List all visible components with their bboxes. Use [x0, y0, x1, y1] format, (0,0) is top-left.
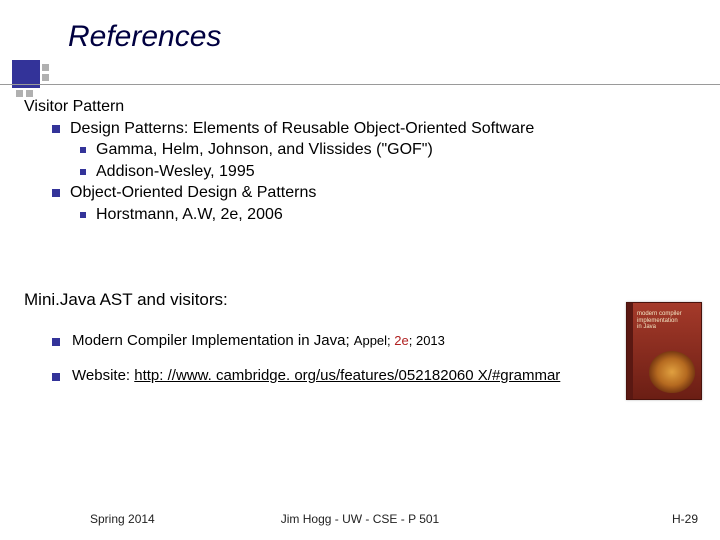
- square-bullet-icon: [80, 212, 86, 218]
- ref-publisher: Addison-Wesley, 1995: [96, 161, 255, 183]
- list-item: Gamma, Helm, Johnson, and Vlissides ("GO…: [80, 139, 694, 161]
- section1-heading: Visitor Pattern: [24, 96, 694, 118]
- ref-book-appel: Modern Compiler Implementation in Java; …: [72, 332, 445, 349]
- ref-book-horstmann: Object-Oriented Design & Patterns: [70, 182, 316, 204]
- tiger-icon: [649, 351, 695, 393]
- section2-heading: Mini.Java AST and visitors:: [24, 290, 228, 310]
- square-bullet-icon: [80, 147, 86, 153]
- section-minijava: Modern Compiler Implementation in Java; …: [52, 332, 612, 402]
- ref-website: Website: http: //www. cambridge. org/us/…: [72, 367, 560, 384]
- title-divider: [0, 84, 720, 85]
- square-bullet-icon: [52, 338, 60, 346]
- appel-title: Modern Compiler Implementation in Java;: [72, 332, 354, 349]
- book-cover-image: modern compiler implementation in Java: [626, 302, 702, 400]
- appel-edition: 2e: [394, 333, 408, 348]
- ref-book-gof: Design Patterns: Elements of Reusable Ob…: [70, 118, 534, 140]
- book-title-line: modern compiler: [637, 311, 682, 317]
- website-label: Website:: [72, 367, 134, 384]
- appel-author: Appel;: [354, 333, 394, 348]
- list-item: Object-Oriented Design & Patterns: [52, 182, 694, 204]
- list-item: Website: http: //www. cambridge. org/us/…: [52, 367, 612, 384]
- book-cover-title: modern compiler implementation in Java: [637, 311, 695, 331]
- list-item: Addison-Wesley, 1995: [80, 161, 694, 183]
- section-visitor-pattern: Visitor Pattern Design Patterns: Element…: [24, 96, 694, 226]
- square-bullet-icon: [52, 189, 60, 197]
- title-area: References: [0, 20, 720, 54]
- slide: References Visitor Pattern Design Patter…: [0, 0, 720, 540]
- list-item: Horstmann, A.W, 2e, 2006: [80, 204, 694, 226]
- slide-title: References: [68, 20, 720, 54]
- book-title-line: in Java: [637, 324, 656, 330]
- list-item: Design Patterns: Elements of Reusable Ob…: [52, 118, 694, 140]
- square-bullet-icon: [52, 373, 60, 381]
- square-bullet-icon: [52, 125, 60, 133]
- ref-authors: Horstmann, A.W, 2e, 2006: [96, 204, 283, 226]
- book-title-line: implementation: [637, 318, 678, 324]
- website-link[interactable]: http: //www. cambridge. org/us/features/…: [134, 367, 560, 384]
- square-bullet-icon: [80, 169, 86, 175]
- list-item: Modern Compiler Implementation in Java; …: [52, 332, 612, 349]
- footer-page: H-29: [672, 512, 698, 526]
- appel-year: ; 2013: [409, 333, 445, 348]
- footer-author: Jim Hogg - UW - CSE - P 501: [0, 512, 720, 526]
- ref-authors: Gamma, Helm, Johnson, and Vlissides ("GO…: [96, 139, 433, 161]
